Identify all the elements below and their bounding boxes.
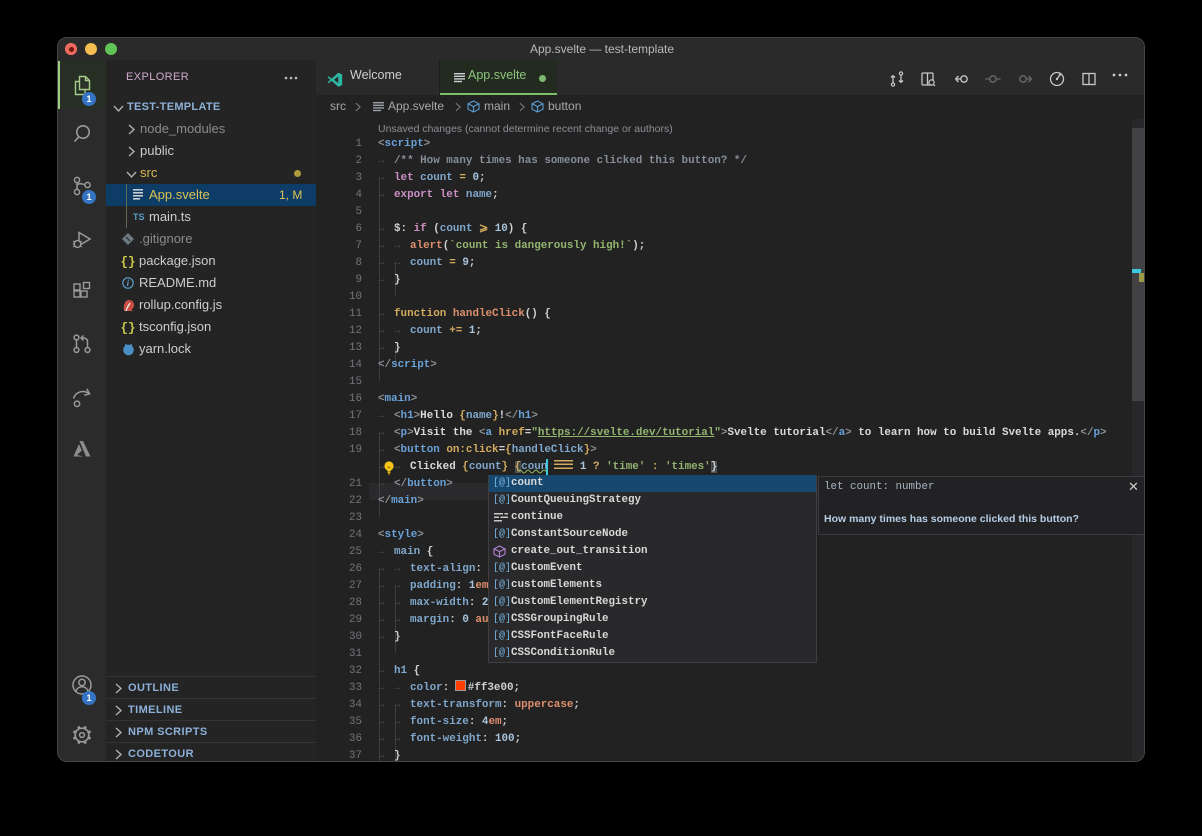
svg-text:i: i [127,278,130,288]
svg-text:TS: TS [133,212,145,222]
svg-text:{}: {} [121,322,136,336]
svg-text:{}: {} [121,256,136,270]
